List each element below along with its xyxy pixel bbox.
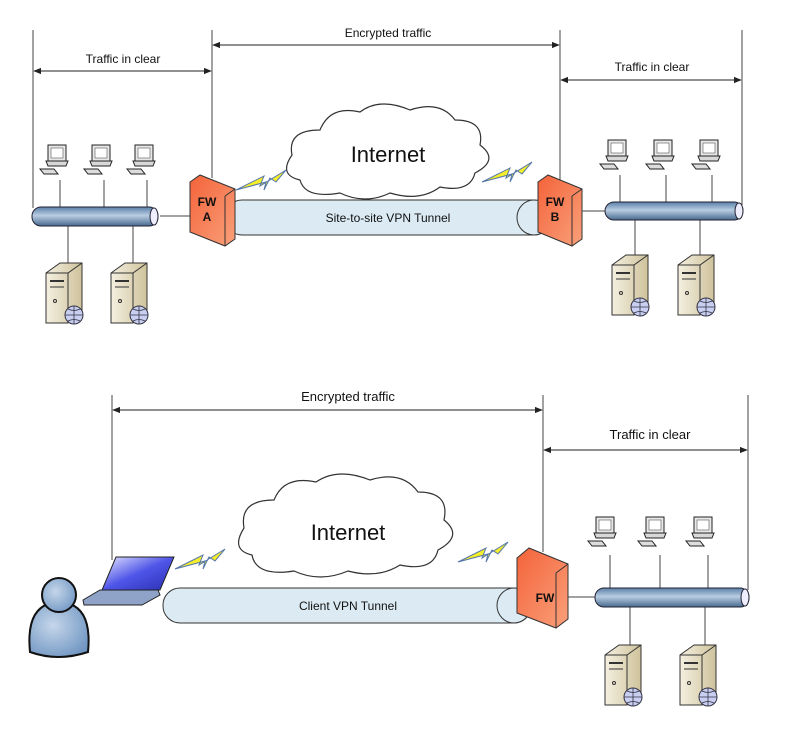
server-icon	[611, 254, 650, 317]
computer-icon	[83, 144, 113, 175]
tunnel-label: Site-to-site VPN Tunnel	[326, 211, 451, 225]
server-icon	[110, 262, 149, 325]
internet-label: Internet	[351, 142, 426, 167]
svg-text:FW: FW	[546, 195, 565, 209]
user-icon	[28, 577, 90, 658]
computer-icon	[126, 144, 156, 175]
firewall-b: FW B	[537, 174, 583, 247]
vpn-diagram: Encrypted traffic Traffic in clear Traff…	[28, 26, 750, 707]
clear-traffic-label-right: Traffic in clear	[615, 60, 690, 74]
computer-icon	[691, 139, 721, 170]
wireless-link-icon	[481, 161, 533, 183]
svg-text:FW: FW	[536, 591, 555, 605]
internet-label: Internet	[311, 520, 386, 545]
server-icon	[679, 644, 718, 707]
computer-icon	[39, 144, 69, 175]
wireless-link-icon	[174, 548, 226, 570]
left-lan	[31, 144, 190, 325]
laptop-icon	[82, 556, 175, 606]
right-lan	[582, 139, 744, 317]
computer-icon	[637, 516, 667, 547]
firewall-a: FW A	[189, 174, 236, 247]
site-to-site-diagram: Encrypted traffic Traffic in clear Traff…	[31, 26, 744, 325]
tunnel-label: Client VPN Tunnel	[299, 599, 397, 613]
clear-traffic-label-left: Traffic in clear	[86, 52, 161, 66]
encrypted-traffic-label: Encrypted traffic	[301, 389, 395, 404]
svg-text:FW: FW	[198, 195, 217, 209]
wireless-link-icon	[235, 169, 287, 191]
computer-icon	[685, 516, 715, 547]
lan-bus	[604, 201, 744, 221]
server-icon	[677, 254, 716, 317]
encrypted-traffic-label: Encrypted traffic	[345, 26, 431, 40]
computer-icon	[645, 139, 675, 170]
computer-icon	[587, 516, 617, 547]
svg-text:B: B	[551, 210, 560, 224]
lan	[568, 516, 750, 707]
client-vpn-diagram: Encrypted traffic Traffic in clear Inter…	[28, 389, 750, 707]
wireless-link-icon	[457, 541, 509, 563]
computer-icon	[599, 139, 629, 170]
svg-text:A: A	[203, 210, 212, 224]
lan-bus	[594, 587, 750, 608]
server-icon	[604, 644, 643, 707]
lan-bus	[31, 206, 159, 227]
server-icon	[45, 262, 84, 325]
clear-traffic-label: Traffic in clear	[610, 427, 692, 442]
firewall: FW	[516, 547, 569, 629]
